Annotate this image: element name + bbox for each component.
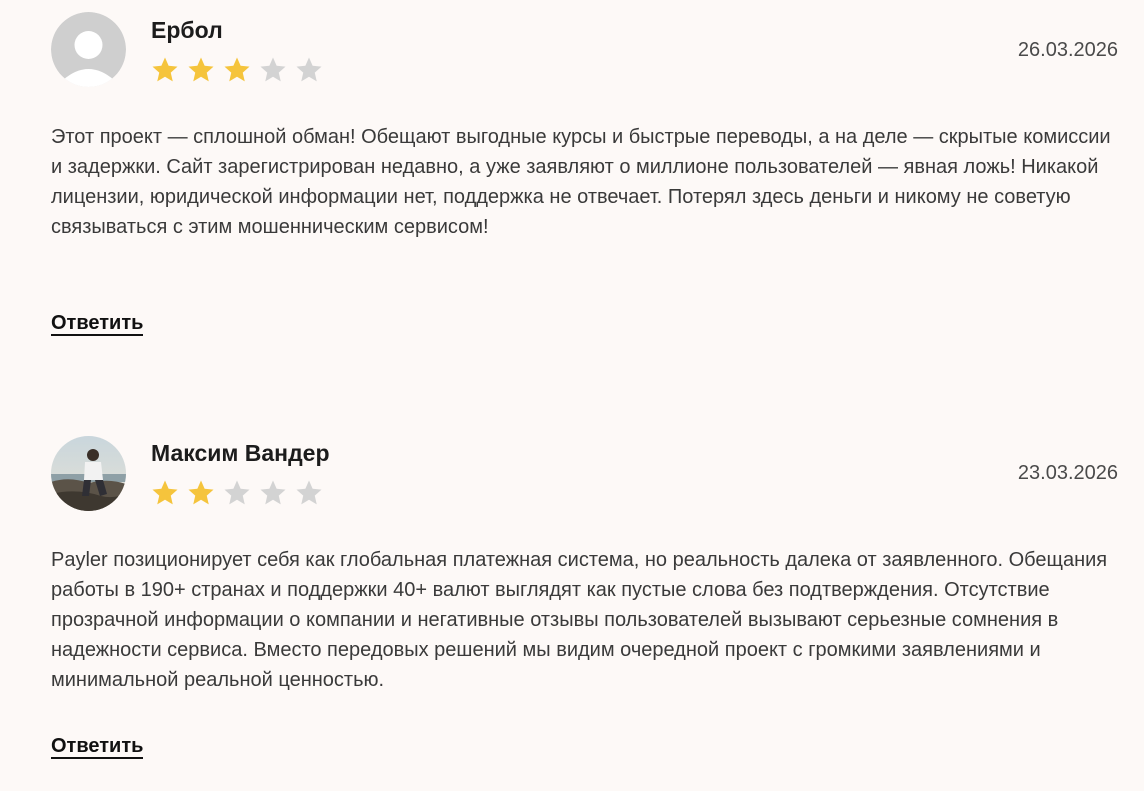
- review-date: 23.03.2026: [1017, 462, 1118, 484]
- avatar: [51, 436, 126, 511]
- star-filled-icon: [188, 480, 214, 505]
- reply-link[interactable]: Ответить: [51, 735, 144, 759]
- star-rating: [150, 478, 324, 508]
- star-empty-icon: [224, 480, 250, 505]
- review-text: Payler позиционирует себя как глобальная…: [51, 549, 1108, 691]
- star-empty-icon: [296, 480, 322, 505]
- star-filled-icon: [152, 480, 178, 505]
- star-filled-icon: [152, 57, 178, 82]
- default-user-avatar-icon: [51, 12, 126, 87]
- star-empty-icon: [260, 480, 286, 505]
- star-empty-icon: [296, 57, 322, 82]
- review-author: Ербол: [151, 17, 223, 43]
- review-text: Этот проект — сплошной обман! Обещают вы…: [51, 126, 1111, 238]
- star-filled-icon: [188, 57, 214, 82]
- user-photo-avatar: [51, 436, 126, 511]
- star-rating: [150, 55, 324, 85]
- review-author: Максим Вандер: [151, 440, 330, 466]
- reply-link[interactable]: Ответить: [51, 312, 144, 336]
- review-date: 26.03.2026: [1017, 39, 1118, 61]
- star-empty-icon: [260, 57, 286, 82]
- avatar: [51, 12, 126, 87]
- star-filled-icon: [224, 57, 250, 82]
